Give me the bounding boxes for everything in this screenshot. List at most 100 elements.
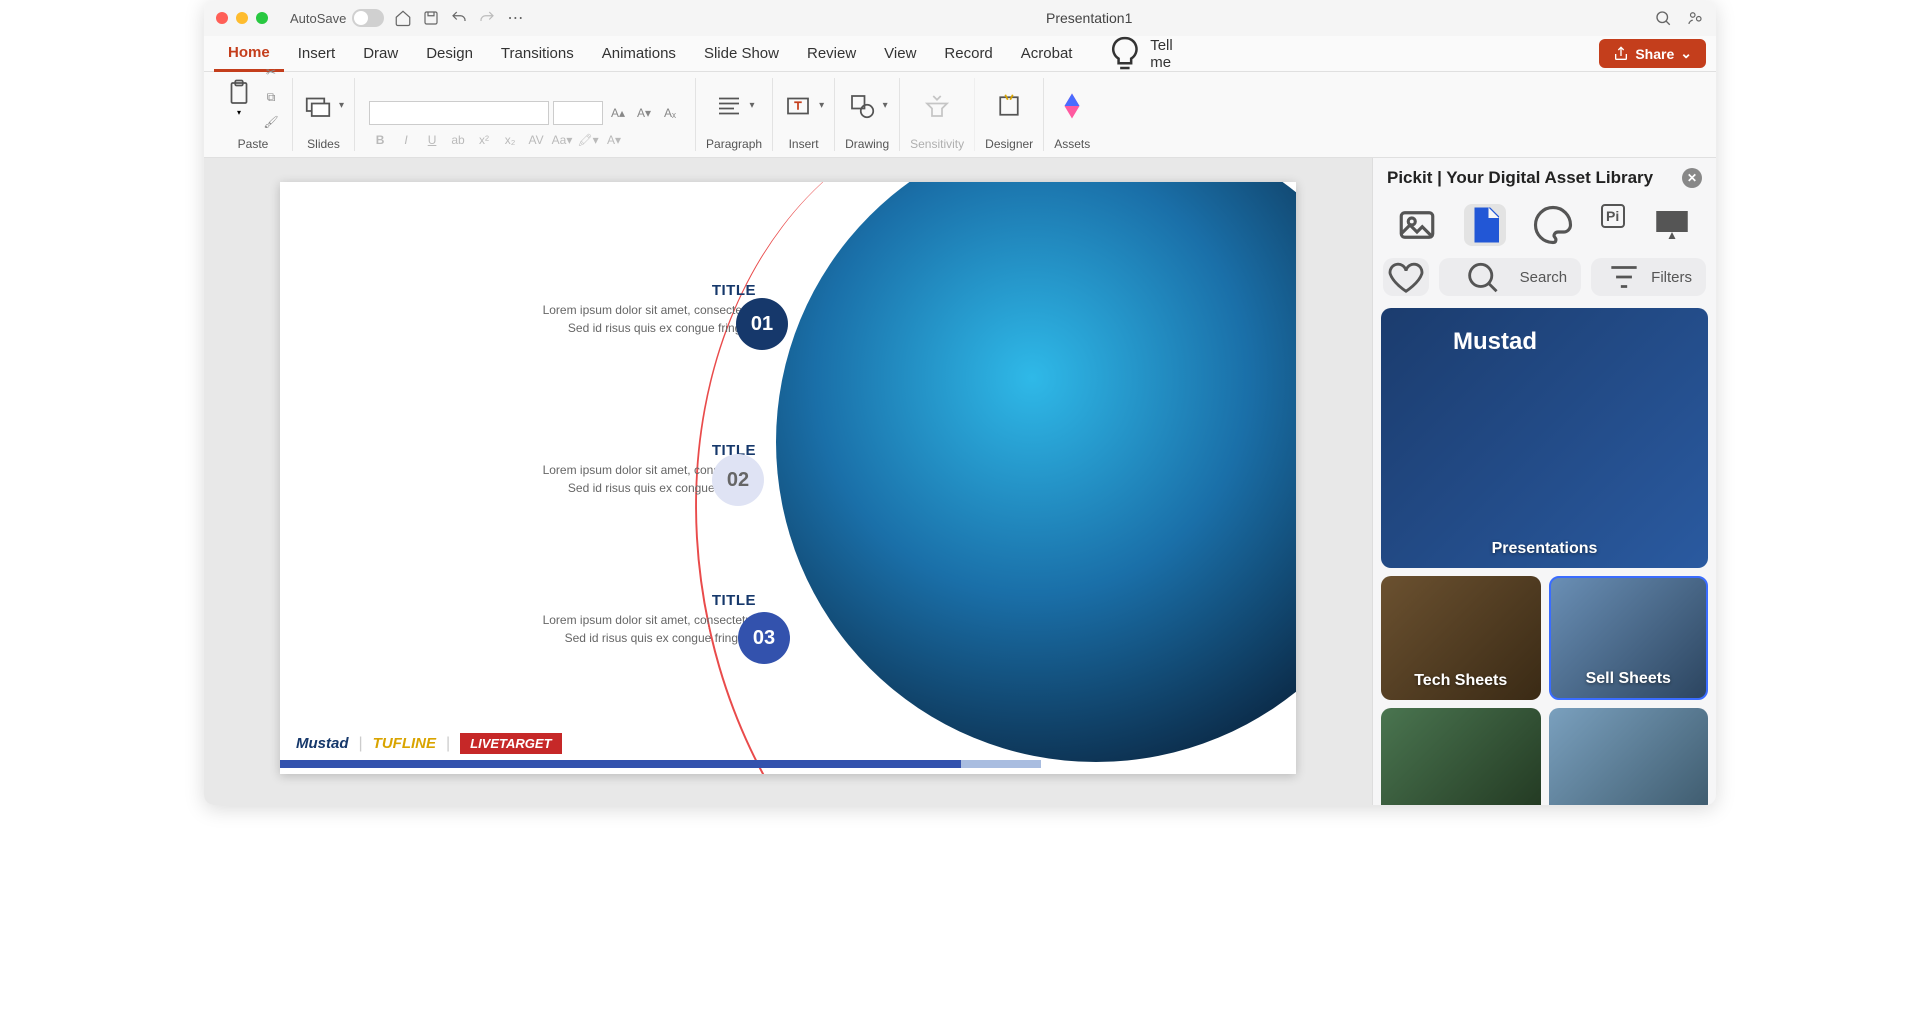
strike-button[interactable]: ab: [447, 129, 469, 151]
tab-insert[interactable]: Insert: [284, 37, 350, 70]
increase-font-icon[interactable]: A▴: [607, 102, 629, 124]
brand-livetarget: LIVETARGET: [460, 733, 561, 754]
font-color-button[interactable]: A▾: [603, 129, 625, 151]
tab-pi-icon[interactable]: Pi: [1601, 204, 1625, 228]
sensitivity-icon: [922, 91, 952, 121]
group-label: Sensitivity: [910, 137, 964, 151]
panel-tabs: Pi: [1373, 198, 1716, 258]
share-button[interactable]: Share ⌄: [1599, 39, 1706, 68]
font-family-select[interactable]: [369, 101, 549, 125]
highlight-button[interactable]: 🖍▾: [577, 129, 599, 151]
pickit-panel: Pickit | Your Digital Asset Library ✕ Pi…: [1372, 158, 1716, 805]
brand-tufline: TUFLINE: [373, 735, 436, 752]
item-line2: Sed id risus quis ex congue fringilla.: [543, 631, 756, 645]
card-tech-sheets[interactable]: Tech Sheets: [1381, 576, 1541, 700]
copy-icon[interactable]: ⧉: [260, 86, 282, 108]
group-label: Paste: [238, 137, 269, 151]
save-icon[interactable]: [422, 9, 440, 27]
group-label: Insert: [789, 137, 819, 151]
card-thumb[interactable]: [1549, 708, 1709, 805]
card-brand-label: Mustad: [1453, 328, 1537, 356]
superscript-button[interactable]: x²: [473, 129, 495, 151]
search-icon[interactable]: [1654, 9, 1672, 27]
group-paragraph: ▾ Paragraph: [696, 78, 773, 151]
slide-item-3: TITLE Lorem ipsum dolor sit amet, consec…: [543, 592, 756, 645]
badge-01: 01: [736, 298, 788, 350]
filters-button[interactable]: Filters: [1591, 258, 1706, 296]
textbox-icon[interactable]: [783, 91, 813, 121]
designer-icon[interactable]: [994, 91, 1024, 121]
favorites-button[interactable]: [1383, 258, 1429, 296]
undo-icon[interactable]: [450, 9, 468, 27]
item-title: TITLE: [543, 282, 756, 299]
bold-button[interactable]: B: [369, 129, 391, 151]
tab-presentation-icon[interactable]: [1651, 204, 1693, 246]
tab-record[interactable]: Record: [930, 37, 1006, 70]
tab-review[interactable]: Review: [793, 37, 870, 70]
group-font: A▴ A▾ Aₓ B I U ab x² x₂ AV Aa▾ 🖍▾ A▾: [355, 78, 696, 151]
tab-images-icon[interactable]: [1396, 204, 1438, 246]
group-label: Paragraph: [706, 137, 762, 151]
home-icon[interactable]: [394, 9, 412, 27]
tab-design[interactable]: Design: [412, 37, 487, 70]
account-icon[interactable]: [1686, 9, 1704, 27]
shapes-icon[interactable]: [847, 91, 877, 121]
tab-slide-show[interactable]: Slide Show: [690, 37, 793, 70]
share-label: Share: [1635, 46, 1674, 62]
panel-close-button[interactable]: ✕: [1682, 168, 1702, 188]
asset-grid: Mustad Presentations Tech Sheets Sell Sh…: [1373, 308, 1716, 805]
subscript-button[interactable]: x₂: [499, 129, 521, 151]
ribbon-tabs: Home Insert Draw Design Transitions Anim…: [204, 36, 1716, 72]
chevron-down-icon: ⌄: [1680, 45, 1692, 62]
autosave-toggle[interactable]: [352, 9, 384, 27]
italic-button[interactable]: I: [395, 129, 417, 151]
badge-03: 03: [738, 612, 790, 664]
badge-02: 02: [712, 454, 764, 506]
item-title: TITLE: [543, 592, 756, 609]
tab-palette-icon[interactable]: [1532, 204, 1574, 246]
slide-item-1: TITLE Lorem ipsum dolor sit amet, consec…: [543, 282, 756, 335]
item-line2: Sed id risus quis ex congue fringilla: [543, 321, 756, 335]
assets-icon[interactable]: [1057, 91, 1087, 121]
group-label: Assets: [1054, 137, 1090, 151]
slide-canvas-area[interactable]: TITLE Lorem ipsum dolor sit amet, consec…: [204, 158, 1372, 805]
close-window-button[interactable]: [216, 12, 228, 24]
cut-icon[interactable]: ✂: [260, 61, 282, 83]
panel-title: Pickit | Your Digital Asset Library: [1387, 168, 1653, 188]
search-input[interactable]: Search: [1439, 258, 1581, 296]
redo-icon[interactable]: [478, 9, 496, 27]
group-designer: Designer: [975, 78, 1044, 151]
format-painter-icon[interactable]: 🖌: [260, 111, 282, 133]
minimize-window-button[interactable]: [236, 12, 248, 24]
slide[interactable]: TITLE Lorem ipsum dolor sit amet, consec…: [280, 182, 1296, 774]
card-sell-sheets[interactable]: Sell Sheets: [1549, 576, 1709, 700]
paste-icon[interactable]: [224, 78, 254, 108]
group-label: Slides: [307, 137, 340, 151]
tab-animations[interactable]: Animations: [588, 37, 690, 70]
clear-format-icon[interactable]: Aₓ: [659, 102, 681, 124]
card-thumb[interactable]: [1381, 708, 1541, 805]
font-size-select[interactable]: [553, 101, 603, 125]
card-label: Presentations: [1381, 540, 1708, 558]
brand-bar: Mustad | TUFLINE | LIVETARGET: [296, 733, 562, 754]
item-line1: Lorem ipsum dolor sit amet, consectetur: [543, 303, 756, 317]
more-icon[interactable]: ⋯: [506, 9, 524, 27]
group-clipboard: ▾ ✂ ⧉ 🖌 Paste: [214, 78, 293, 151]
change-case-button[interactable]: Aa▾: [551, 129, 573, 151]
autosave-label: AutoSave: [290, 11, 346, 26]
paragraph-icon[interactable]: [714, 91, 744, 121]
maximize-window-button[interactable]: [256, 12, 268, 24]
char-spacing-button[interactable]: AV: [525, 129, 547, 151]
tab-acrobat[interactable]: Acrobat: [1007, 37, 1087, 70]
tell-me-label: Tell me: [1150, 37, 1176, 71]
new-slide-icon[interactable]: [303, 91, 333, 121]
decrease-font-icon[interactable]: A▾: [633, 102, 655, 124]
tab-documents-icon[interactable]: [1464, 204, 1506, 246]
content-area: TITLE Lorem ipsum dolor sit amet, consec…: [204, 158, 1716, 805]
tab-transitions[interactable]: Transitions: [487, 37, 588, 70]
card-presentations[interactable]: Mustad Presentations: [1381, 308, 1708, 568]
group-slides: ▾ Slides: [293, 78, 355, 151]
tab-draw[interactable]: Draw: [349, 37, 412, 70]
underline-button[interactable]: U: [421, 129, 443, 151]
tab-view[interactable]: View: [870, 37, 930, 70]
